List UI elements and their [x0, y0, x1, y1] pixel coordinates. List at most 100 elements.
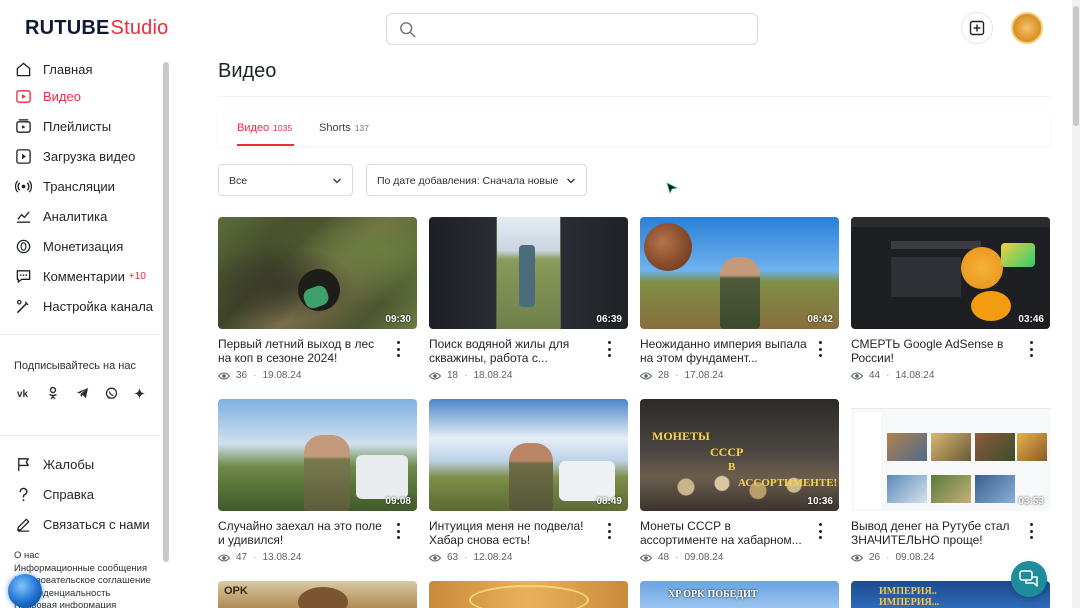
viber-icon[interactable]	[102, 384, 120, 402]
video-title[interactable]: Вывод денег на Рутубе стал ЗНАЧИТЕЛЬНО п…	[851, 519, 1021, 547]
sidebar-item-monetization[interactable]: Монетизация	[14, 235, 123, 257]
video-card[interactable]: OPK	[218, 581, 417, 608]
video-title[interactable]: Первый летний выход в лес на коп в сезон…	[218, 337, 388, 365]
video-date: 09.08.24	[684, 552, 724, 563]
home-icon	[14, 60, 32, 78]
zen-icon[interactable]	[130, 384, 148, 402]
video-thumbnail[interactable]: XP OPK ПОБЕДИТ	[640, 581, 839, 608]
comments-icon	[14, 267, 32, 285]
sidebar-divider	[0, 334, 160, 335]
video-card[interactable]: МОНЕТЫ СССР В АССОРТИМЕНТЕ! 10:36 Монеты…	[640, 399, 839, 569]
thumb-person	[304, 435, 350, 511]
eye-icon	[429, 554, 441, 561]
video-thumbnail[interactable]: 09:08	[218, 399, 417, 511]
video-card[interactable]: 08:42 Неожиданно империя выпала на этом …	[640, 217, 839, 387]
sort-select-value: По дате добавления: Сначала новые	[377, 175, 559, 187]
video-more-menu-button[interactable]	[816, 523, 824, 539]
video-thumbnail[interactable]: 08:42	[640, 217, 839, 329]
sidebar-item-contact[interactable]: Связаться с нами	[14, 513, 150, 535]
video-date: 18.08.24	[473, 370, 513, 381]
window-scrollbar[interactable]	[1072, 0, 1080, 608]
sidebar-item-comments[interactable]: Комментарии +10	[14, 265, 146, 287]
video-more-menu-button[interactable]	[394, 523, 402, 539]
video-views: 47	[236, 552, 248, 563]
video-thumbnail[interactable]: 08:49	[429, 399, 628, 511]
eye-icon	[218, 372, 230, 379]
vk-icon[interactable]: vk	[15, 384, 33, 402]
video-title[interactable]: СМЕРТЬ Google AdSense в России!	[851, 337, 1021, 365]
video-title[interactable]: Неожиданно империя выпала на этом фундам…	[640, 337, 810, 365]
sidebar-scrollbar-thumb[interactable]	[163, 62, 169, 562]
sidebar-item-channel-settings[interactable]: Настройка канала	[14, 295, 153, 317]
video-title[interactable]: Монеты СССР в ассортименте на хабарном..…	[640, 519, 810, 547]
sort-select[interactable]: По дате добавления: Сначала новые	[366, 164, 587, 196]
sidebar-item-video[interactable]: Видео	[14, 85, 81, 107]
video-meta: 36 · 19.08.24	[218, 370, 301, 381]
create-upload-button[interactable]	[961, 12, 993, 44]
avatar[interactable]	[1011, 12, 1043, 44]
video-card[interactable]: 06:39 Поиск водяной жилы для скважины, р…	[429, 217, 628, 387]
video-card[interactable]	[429, 581, 628, 608]
video-more-menu-button[interactable]	[1027, 341, 1035, 357]
footer-link-about[interactable]: О нас	[14, 550, 151, 563]
video-thumbnail[interactable]: 03:46	[851, 217, 1050, 329]
video-views: 18	[447, 370, 459, 381]
video-card[interactable]: 03:46 СМЕРТЬ Google AdSense в России! 44…	[851, 217, 1050, 387]
sidebar-item-home[interactable]: Главная	[14, 58, 92, 80]
monetization-icon	[14, 237, 32, 255]
sidebar-item-label: Справка	[43, 486, 94, 502]
logo-text-studio: Studio	[110, 17, 169, 39]
video-thumbnail[interactable]: 06:39	[429, 217, 628, 329]
thumb-car	[559, 461, 615, 501]
thumb-detail	[1017, 433, 1047, 461]
sidebar-item-label: Главная	[43, 61, 93, 77]
video-thumbnail[interactable]: 09:30	[218, 217, 417, 329]
video-title[interactable]: Поиск водяной жилы для скважины, работа …	[429, 337, 599, 365]
video-more-menu-button[interactable]	[394, 341, 402, 357]
video-card[interactable]: 03:53 Вывод денег на Рутубе стал ЗНАЧИТЕ…	[851, 399, 1050, 569]
video-thumbnail[interactable]: 03:53	[851, 399, 1050, 511]
footer-link-news[interactable]: Информационные сообщения	[14, 563, 151, 576]
video-card[interactable]: 09:08 Случайно заехал на это поле и удив…	[218, 399, 417, 569]
video-meta: 18 · 18.08.24	[429, 370, 512, 381]
tab-video[interactable]: Видео 1035	[237, 122, 292, 134]
video-card[interactable]: 08:49 Интуиция меня не подвела! Хабар сн…	[429, 399, 628, 569]
video-title[interactable]: Интуиция меня не подвела! Хабар снова ес…	[429, 519, 599, 547]
video-more-menu-button[interactable]	[605, 341, 613, 357]
video-card[interactable]: 09:30 Первый летний выход в лес на коп в…	[218, 217, 417, 387]
sidebar-item-broadcasts[interactable]: Трансляции	[14, 175, 115, 197]
filter-select[interactable]: Все	[218, 164, 353, 196]
sidebar-item-playlists[interactable]: Плейлисты	[14, 115, 111, 137]
video-views: 63	[447, 552, 459, 563]
telegram-icon[interactable]	[73, 384, 91, 402]
windows-start-orb[interactable]	[8, 574, 42, 608]
sidebar-item-analytics[interactable]: Аналитика	[14, 205, 107, 227]
video-more-menu-button[interactable]	[605, 523, 613, 539]
video-thumbnail[interactable]: МОНЕТЫ СССР В АССОРТИМЕНТЕ! 10:36	[640, 399, 839, 511]
ok-icon[interactable]	[44, 384, 62, 402]
eye-icon	[429, 372, 441, 379]
thumb-detail	[975, 433, 1015, 461]
broadcast-icon	[14, 177, 32, 195]
thumb-text: АССОРТИМЕНТЕ!	[738, 477, 838, 489]
video-thumbnail[interactable]	[429, 581, 628, 608]
thumb-topbar	[851, 217, 1050, 227]
sidebar-item-upload[interactable]: Загрузка видео	[14, 145, 135, 167]
video-title[interactable]: Случайно заехал на это поле и удивился!	[218, 519, 388, 547]
tab-shorts[interactable]: Shorts 137	[319, 122, 369, 134]
sidebar-scrollbar[interactable]	[163, 58, 169, 608]
thumb-coin	[644, 223, 692, 271]
video-more-menu-button[interactable]	[816, 341, 824, 357]
sidebar-item-help[interactable]: Справка	[14, 483, 94, 505]
video-meta: 44 · 14.08.24	[851, 370, 934, 381]
support-chat-button[interactable]	[1011, 561, 1047, 597]
thumb-detail	[931, 433, 971, 461]
sidebar-item-complaints[interactable]: Жалобы	[14, 453, 94, 475]
title-divider	[218, 96, 1050, 97]
video-card[interactable]: XP OPK ПОБЕДИТ	[640, 581, 839, 608]
window-scrollbar-thumb[interactable]	[1073, 6, 1079, 126]
video-thumbnail[interactable]: OPK	[218, 581, 417, 608]
video-more-menu-button[interactable]	[1027, 523, 1035, 539]
rutube-studio-logo[interactable]: RUTUBEStudio	[25, 17, 168, 40]
search-input[interactable]	[386, 13, 758, 45]
